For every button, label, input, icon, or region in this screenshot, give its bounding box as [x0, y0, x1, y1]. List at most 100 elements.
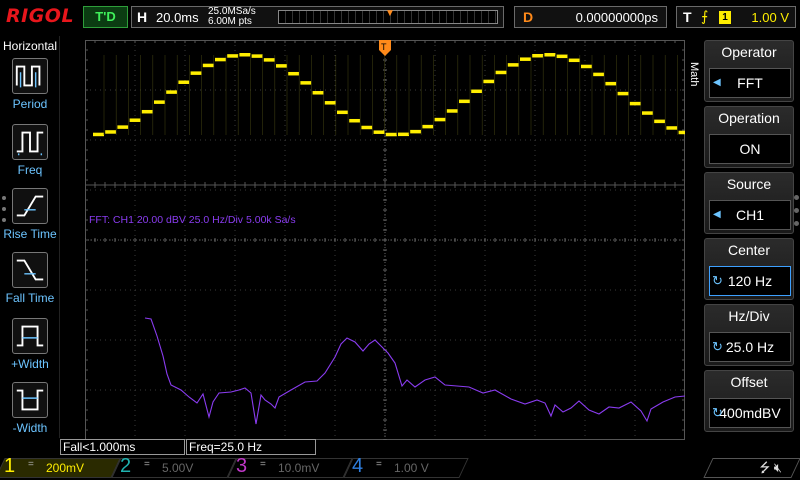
menu-center[interactable]: Center ↻ 120 Hz	[704, 238, 794, 300]
channel-3-status[interactable]: 3 = 10.0mV	[227, 455, 353, 480]
page-indicator-dots	[2, 196, 6, 229]
measure-frequency-button[interactable]: Freq	[0, 124, 60, 186]
sound-muted-icon[interactable]: 🔇︎	[774, 460, 782, 475]
menu-center-title: Center	[727, 242, 771, 258]
memory-position-strip[interactable]: ▼	[278, 8, 498, 24]
menu-page-dots	[794, 195, 800, 234]
dc-coupling-icon: =	[260, 459, 266, 470]
channel-number: 2	[120, 455, 132, 477]
trigger-level: 1.00 V	[751, 10, 789, 25]
channel-number: 1	[4, 455, 16, 477]
menu-center-value: 120 Hz	[727, 273, 773, 289]
delay-value: 0.00000000ps	[575, 10, 658, 25]
graticule	[85, 40, 685, 440]
horizontal-label: H	[137, 9, 148, 25]
menu-operator[interactable]: Operator ◀ FFT	[704, 40, 794, 102]
measure-period-label: Period	[12, 97, 48, 111]
menu-offset[interactable]: Offset ↻ 400mdBV	[704, 370, 794, 432]
memory-depth: 6.00M pts	[208, 16, 252, 27]
frequency-value: Freq=25.0 Hz	[189, 440, 263, 454]
channel-scale: 5.00V	[162, 461, 194, 475]
channel-1-status[interactable]: 1 = 200mV	[0, 455, 121, 480]
menu-operation-value-box[interactable]: ON	[709, 134, 791, 164]
rotary-knob-icon: ↻	[712, 405, 723, 420]
channel-scale: 200mV	[46, 461, 85, 475]
channel-4-status[interactable]: 4 = 1.00 V	[343, 455, 469, 480]
timebase-scale: 20.0ms	[156, 10, 199, 25]
menu-hz-per-div-value: 25.0 Hz	[725, 339, 775, 355]
system-status-frame	[703, 458, 800, 478]
channel-scale: 10.0mV	[278, 461, 320, 475]
acquisition-info: 25.0MSa/s 6.00M pts	[208, 7, 256, 27]
rotary-knob-icon: ↻	[712, 339, 723, 354]
run-status-label: T'D	[95, 9, 116, 24]
measure-period-button[interactable]: Period	[0, 58, 60, 120]
menu-hz-per-div-value-box[interactable]: ↻ 25.0 Hz	[709, 332, 791, 362]
menu-hz-per-div[interactable]: Hz/Div ↻ 25.0 Hz	[704, 304, 794, 366]
fft-spectrum-trace	[144, 317, 685, 425]
delay-label: D	[523, 9, 534, 25]
channel-status-bar: 1 = 200mV 2 = 5.00V 3 = 10.0mV 4 = 1.00 …	[0, 455, 800, 480]
math-softkey-menu: Operator ◀ FFT Operation ON Source ◀ CH1…	[704, 40, 794, 438]
frequency-readout: Freq=25.0 Hz	[186, 439, 316, 455]
menu-center-value-box[interactable]: ↻ 120 Hz	[709, 266, 791, 296]
trigger-position-marker: ▼	[385, 8, 395, 19]
trigger-marker-label: T	[381, 42, 387, 52]
delay-panel[interactable]: D 0.00000000ps	[514, 6, 667, 28]
menu-operator-title: Operator	[721, 44, 777, 60]
measure-rise-time-button[interactable]: Rise Time	[0, 188, 60, 250]
menu-offset-title: Offset	[730, 374, 768, 390]
ch1-waveform	[93, 53, 685, 137]
measure-positive-width-button[interactable]: +Width	[0, 318, 60, 380]
select-arrow-icon: ◀	[713, 77, 721, 88]
menu-source-value-box[interactable]: ◀ CH1	[709, 200, 791, 230]
trigger-label: T	[683, 9, 692, 25]
fall-time-icon	[12, 252, 48, 288]
trigger-panel[interactable]: T ⨍ 1 1.00 V	[676, 6, 796, 28]
menu-source-value: CH1	[735, 207, 764, 223]
dc-coupling-icon: =	[144, 459, 150, 470]
rise-time-icon	[12, 188, 48, 224]
top-status-bar: RIGOL T'D H 20.0ms 25.0MSa/s 6.00M pts ▼…	[0, 0, 800, 36]
waveform-display[interactable]: 1 M T FFT: CH1 20.00 dBV 25.0 Hz/Div 5.0…	[85, 40, 685, 440]
menu-offset-value-box[interactable]: ↻ 400mdBV	[709, 398, 791, 428]
menu-offset-value: 400mdBV	[719, 405, 781, 421]
measurement-sidebar: Horizontal Period Freq Rise Time Fall Ti…	[0, 36, 60, 438]
timebase-panel[interactable]: H 20.0ms 25.0MSa/s 6.00M pts ▼	[131, 6, 504, 28]
dc-coupling-icon: =	[28, 459, 34, 470]
system-status-icons: ⭍ 🔇︎	[759, 459, 782, 480]
measure-positive-width-label: +Width	[11, 357, 49, 371]
fall-time-value: Fall<1.000ms	[63, 440, 136, 454]
measure-negative-width-button[interactable]: -Width	[0, 382, 60, 444]
trigger-source: 1	[719, 11, 731, 24]
menu-operator-value: FFT	[737, 75, 763, 91]
usb-icon[interactable]: ⭍	[759, 460, 770, 475]
channel-number: 4	[352, 455, 364, 477]
dc-coupling-icon: =	[376, 459, 382, 470]
positive-width-icon	[12, 318, 48, 354]
measure-rise-time-label: Rise Time	[3, 227, 57, 241]
select-arrow-icon: ◀	[713, 209, 721, 220]
menu-source[interactable]: Source ◀ CH1	[704, 172, 794, 234]
menu-operation-value: ON	[739, 141, 761, 157]
measure-fall-time-label: Fall Time	[5, 291, 55, 305]
channel-scale: 1.00 V	[394, 461, 429, 475]
rotary-knob-icon: ↻	[712, 273, 723, 288]
channel-2-status[interactable]: 2 = 5.00V	[111, 455, 237, 480]
measure-negative-width-label: -Width	[12, 421, 48, 435]
sidebar-title: Horizontal	[2, 39, 58, 53]
menu-operator-value-box[interactable]: ◀ FFT	[709, 68, 791, 98]
fall-time-readout: Fall<1.000ms	[60, 439, 185, 455]
measure-frequency-label: Freq	[17, 163, 43, 177]
frequency-icon	[12, 124, 48, 160]
fft-info-label: FFT: CH1 20.00 dBV 25.0 Hz/Div 5.00k Sa/…	[89, 214, 296, 226]
menu-operation[interactable]: Operation ON	[704, 106, 794, 168]
negative-width-icon	[12, 382, 48, 418]
brand-logo: RIGOL	[6, 5, 75, 27]
measure-fall-time-button[interactable]: Fall Time	[0, 252, 60, 314]
run-status-indicator[interactable]: T'D	[83, 6, 128, 28]
channel-number: 3	[236, 455, 248, 477]
menu-hz-per-div-title: Hz/Div	[728, 308, 770, 324]
trigger-time-marker[interactable]: T	[379, 40, 391, 56]
menu-operation-title: Operation	[718, 110, 780, 126]
